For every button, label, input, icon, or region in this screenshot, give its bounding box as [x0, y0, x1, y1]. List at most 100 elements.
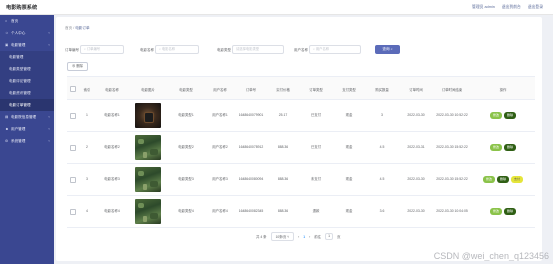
edit-button[interactable]: 修改 — [489, 208, 502, 215]
sidebar-item-4[interactable]: 电影类型管理 — [0, 63, 54, 75]
sidebar-item-label: 系统管理 — [11, 138, 26, 143]
search-button[interactable]: 查询 ⌕ — [375, 45, 400, 54]
sidebar-item-10[interactable]: ⚙ 系统管理 ˅ — [0, 135, 54, 147]
cell-qty: 4.5 — [379, 177, 385, 182]
admin-link[interactable]: 管理员 admin — [472, 5, 495, 10]
batch-delete-button[interactable]: ⊗ 删除 — [67, 62, 88, 71]
movie-poster-image — [135, 199, 161, 224]
top-bar: 电影购票系统 管理员 admin 退出到前台 退出登录 — [0, 0, 553, 15]
exit-to-front-link[interactable]: 退出到前台 — [502, 5, 521, 10]
select-all-checkbox-cell[interactable] — [67, 77, 79, 101]
film-icon: ▣ — [5, 43, 9, 47]
movie-poster-image — [135, 167, 161, 192]
cell-qty: 3.6 — [379, 209, 385, 214]
cell-index: 4 — [86, 209, 88, 214]
pagination: 共 4 条 10条/页 ˅ ‹ 1 › 前往 1 页 — [256, 232, 340, 241]
breadcrumb-home[interactable]: 首页 — [65, 26, 72, 30]
user-name-input[interactable]: ⌕用户名称 — [309, 45, 361, 54]
row-checkbox-cell[interactable] — [67, 196, 79, 227]
close-icon: ⊗ — [71, 64, 76, 68]
cell-type: 电影类型4 — [178, 209, 194, 214]
sidebar-item-9[interactable]: ☻ 用户管理 ˅ — [0, 123, 54, 135]
sidebar-item-5[interactable]: 电影评论管理 — [0, 75, 54, 87]
row-checkbox[interactable] — [70, 112, 76, 119]
chevron-down-icon: ˅ — [48, 127, 50, 131]
table-header: 索引 电影名称 电影图片 电影类型 用户名称 订单号 实付价格 订单类型 支付类型 购买数量 订单时… — [67, 76, 535, 100]
movie-poster-image — [135, 135, 161, 160]
row-checkbox-cell[interactable] — [67, 132, 79, 163]
movie-poster-image — [135, 103, 161, 128]
cell-user: 用户名称4 — [212, 209, 228, 214]
cell-movie: 电影名称1 — [104, 113, 120, 118]
edit-button[interactable]: 修改 — [489, 112, 502, 119]
order-no-input[interactable]: ⌕订单编号 — [80, 45, 124, 54]
column-header: 订单时间结束 — [441, 87, 463, 92]
page-size-select[interactable]: 10条/页 ˅ — [270, 232, 295, 241]
gear-icon: ⚙ — [5, 139, 9, 143]
cell-price: 888.36 — [277, 209, 289, 214]
cell-time-end: 2022-03-30 15:52:22 — [436, 145, 468, 150]
delete-button[interactable]: 删除 — [496, 176, 509, 183]
sidebar-item-6[interactable]: 电影资讯管理 — [0, 87, 54, 99]
app-title: 电影购票系统 — [6, 5, 38, 11]
current-page[interactable]: 1 — [303, 235, 305, 239]
cell-index: 1 — [86, 113, 88, 118]
cell-index: 3 — [86, 177, 88, 182]
column-header: 实付价格 — [276, 87, 290, 92]
edit-button[interactable]: 修改 — [482, 176, 495, 183]
cell-pay-type: 现金 — [345, 113, 353, 118]
cell-movie: 电影名称4 — [104, 209, 120, 214]
next-page-button[interactable]: › — [309, 235, 310, 239]
sidebar-item-2[interactable]: ▣ 电影管理 ˅ — [0, 39, 54, 51]
cell-user: 用户名称3 — [212, 177, 228, 182]
select-all-checkbox[interactable] — [70, 86, 76, 92]
prev-page-button[interactable]: ‹ — [298, 235, 299, 239]
top-links: 管理员 admin 退出到前台 退出登录 — [472, 5, 543, 10]
sidebar-item-1[interactable]: ☺ 个人中心 ˅ — [0, 27, 54, 39]
row-actions: 修改 删除 — [471, 196, 535, 227]
column-header: 购买数量 — [375, 87, 389, 92]
chevron-down-icon: ˅ — [48, 139, 50, 143]
movie-name-input[interactable]: ⌕电影名称 — [155, 45, 199, 54]
cell-type: 电影类型2 — [178, 145, 194, 150]
cell-pay-type: 现金 — [345, 209, 353, 214]
movie-image-cell — [129, 132, 167, 163]
sidebar-item-label: 电影类型管理 — [9, 66, 31, 71]
row-checkbox[interactable] — [70, 144, 76, 151]
sidebar-item-7[interactable]: 电影订单管理 — [0, 99, 54, 111]
delete-button[interactable]: 删除 — [504, 208, 517, 215]
column-header: 操作 — [499, 87, 507, 92]
row-checkbox[interactable] — [70, 176, 76, 183]
cell-pay-type: 现金 — [345, 177, 353, 182]
goto-page-input[interactable]: 1 — [325, 233, 334, 240]
sidebar-item-8[interactable]: ▤ 电影院信息管理 ˅ — [0, 111, 54, 123]
cell-type: 电影类型1 — [178, 113, 194, 118]
user-icon: ☺ — [5, 31, 9, 35]
order-no-label: 订单编号 — [65, 48, 79, 52]
sidebar-item-0[interactable]: ⌂ 首页 — [0, 15, 54, 27]
edit-button[interactable]: 修改 — [489, 144, 502, 151]
delete-button[interactable]: 删除 — [504, 112, 517, 119]
breadcrumb-current: 电影订单 — [75, 26, 90, 30]
cell-order-no: 1648640079901 — [238, 113, 264, 118]
row-actions: 修改 删除 — [471, 132, 535, 163]
sidebar-item-label: 电影资讯管理 — [9, 90, 31, 95]
cell-price: 25.17 — [278, 113, 288, 118]
sidebar-item-3[interactable]: 电影管理 — [0, 51, 54, 63]
sidebar-item-label: 电影管理 — [9, 54, 24, 59]
movie-image-cell — [129, 164, 167, 195]
pay-button[interactable]: 支付 — [511, 176, 524, 183]
row-checkbox-cell[interactable] — [67, 164, 79, 195]
movie-type-select[interactable]: 请选择电影类型 — [232, 45, 284, 54]
cell-time-end: 2022-03-30 10:52:22 — [436, 113, 468, 118]
cell-time-end: 2022-03-30 10:04:05 — [436, 209, 468, 214]
cell-qty: 4.5 — [379, 145, 385, 150]
delete-button[interactable]: 删除 — [504, 144, 517, 151]
row-checkbox[interactable] — [70, 208, 76, 215]
cell-user: 用户名称2 — [212, 145, 228, 150]
logout-link[interactable]: 退出登录 — [528, 5, 543, 10]
column-header: 订单号 — [245, 87, 257, 92]
row-checkbox-cell[interactable] — [67, 100, 79, 131]
cell-order-type: 已支付 — [310, 145, 322, 150]
movie-image-cell — [129, 100, 167, 131]
